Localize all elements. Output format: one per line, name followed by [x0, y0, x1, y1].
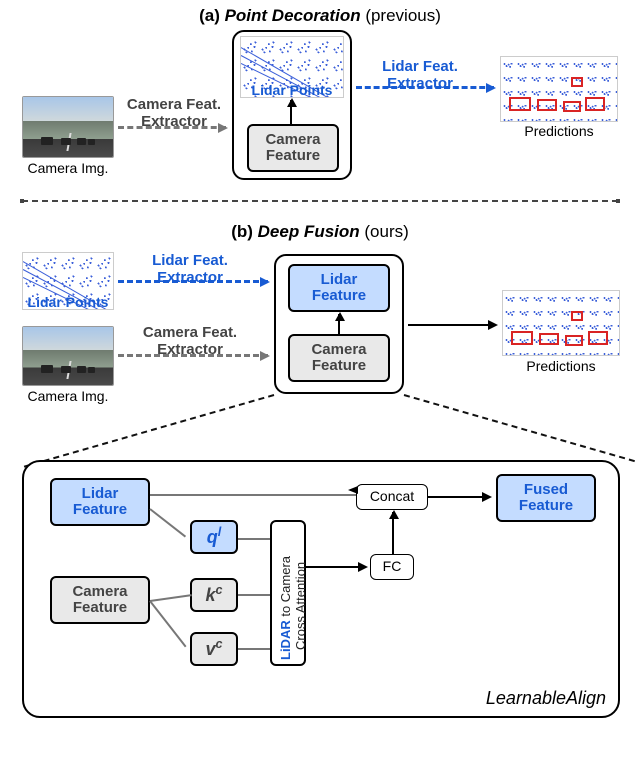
la-cross-attention-text2: Cross Attention: [293, 520, 308, 650]
lidar-points-label-a: Lidar Points: [240, 82, 344, 98]
section-divider: [22, 200, 618, 202]
predictions-b: [502, 290, 620, 356]
title-b-name: Deep Fusion: [258, 222, 360, 241]
line-ca-fc: [306, 566, 366, 568]
lidar-feature-box-b: Lidar Feature: [288, 264, 390, 312]
title-b-suffix: (ours): [360, 222, 409, 241]
vert-arrow-b: [338, 314, 340, 334]
zoom-leader-left: [24, 394, 274, 468]
camera-feature-box-b: Camera Feature: [288, 334, 390, 382]
camera-img-label-b: Camera Img.: [20, 388, 116, 404]
la-v-c: vc: [190, 632, 238, 666]
arrowhead-into-concat-top: [348, 486, 362, 500]
figure: { "title_a_prefix": "(a) ", "title_a_nam…: [0, 0, 640, 764]
output-arrow-b: [408, 324, 496, 326]
camera-feature-box-a: Camera Feature: [247, 124, 339, 172]
camera-feat-extractor-label-a: Camera Feat. Extractor: [116, 96, 232, 131]
line-concat-fused: [428, 496, 490, 498]
vert-arrow-a: [290, 100, 292, 124]
line-lidar-concat-1: [150, 494, 360, 496]
la-cross-attention-text: LiDAR to Camera: [278, 520, 293, 660]
title-a: (a) Point Decoration (previous): [0, 6, 640, 26]
title-b-prefix: (b): [231, 222, 257, 241]
line-vc-ca: [238, 648, 270, 650]
zoom-leader-right: [404, 394, 635, 462]
camera-thumb-a: [22, 96, 114, 158]
title-a-prefix: (a): [199, 6, 225, 25]
predictions-label-a: Predictions: [500, 123, 618, 139]
lidar-points-label-b: Lidar Points: [22, 294, 114, 310]
predictions-a: [500, 56, 618, 122]
line-kc-ca: [238, 594, 270, 596]
lidar-feat-extractor-label-b: Lidar Feat. Extractor: [120, 252, 260, 287]
la-fc: FC: [370, 554, 414, 580]
learnable-align-label: LearnableAlign: [486, 688, 606, 709]
camera-feat-extractor-label-b: Camera Feat. Extractor: [120, 324, 260, 359]
lidar-feat-extractor-label-a: Lidar Feat. Extractor: [358, 58, 482, 93]
line-ql-ca: [238, 538, 270, 540]
la-q-l: ql: [190, 520, 238, 554]
camera-thumb-b: [22, 326, 114, 386]
title-a-suffix: (previous): [361, 6, 441, 25]
predictions-label-b: Predictions: [502, 358, 620, 374]
title-a-name: Point Decoration: [225, 6, 361, 25]
la-concat: Concat: [356, 484, 428, 510]
line-fc-concat: [392, 512, 394, 554]
la-lidar-feature: Lidar Feature: [50, 478, 150, 526]
la-fused-feature: Fused Feature: [496, 474, 596, 522]
la-camera-feature: Camera Feature: [50, 576, 150, 624]
title-b: (b) Deep Fusion (ours): [0, 222, 640, 242]
camera-img-label-a: Camera Img.: [20, 160, 116, 176]
la-k-c: kc: [190, 578, 238, 612]
